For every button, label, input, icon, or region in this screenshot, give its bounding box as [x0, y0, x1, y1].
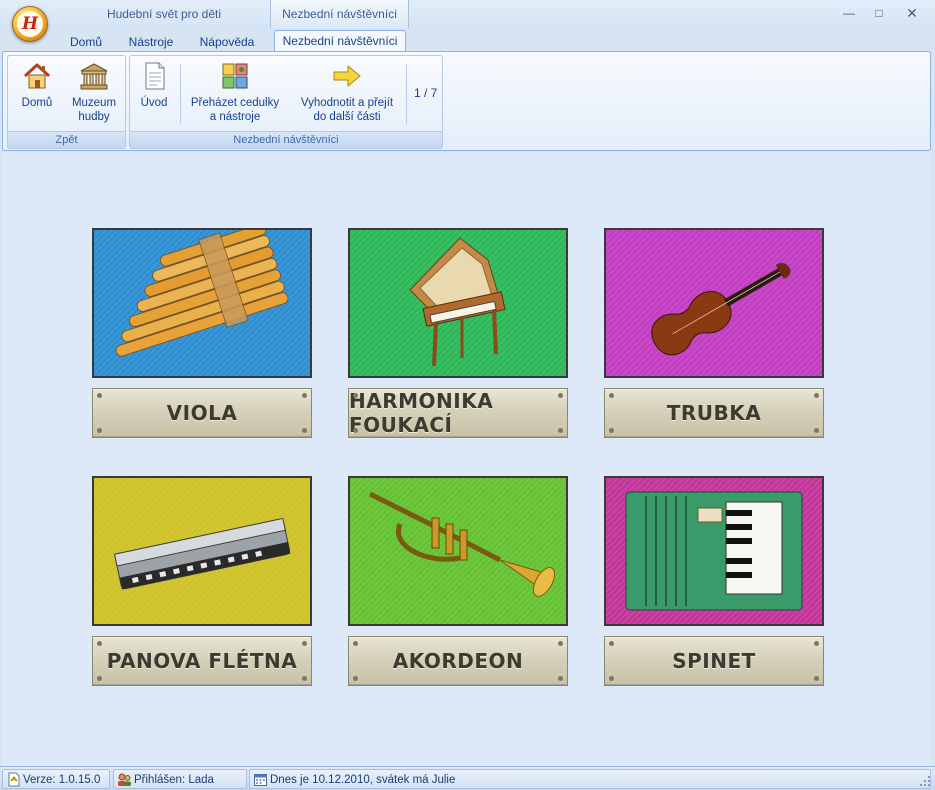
label-plate-4-text: PANOVA FLÉTNA: [106, 649, 298, 673]
home-button[interactable]: Domů: [12, 60, 62, 110]
shuffle-icon: [222, 63, 248, 89]
music-museum-button[interactable]: Muzeum hudby: [66, 60, 122, 124]
status-version: Verze: 1.0.15.0: [2, 769, 110, 789]
screw: [97, 676, 102, 681]
document-icon: [145, 62, 165, 90]
window-title: Hudební svět pro děti: [106, 7, 222, 21]
screw: [302, 428, 307, 433]
ribbon-group-back: Domů Muzeum hudby Zpět: [7, 55, 126, 149]
label-plate-3-text: TRUBKA: [666, 401, 762, 425]
label-plate-6[interactable]: SPINET: [604, 636, 824, 686]
screw: [558, 676, 563, 681]
title-bar: Hudební svět pro děti Nezbední návštěvní…: [0, 0, 935, 30]
app-logo-icon: H: [17, 11, 43, 37]
label-plate-4[interactable]: PANOVA FLÉTNA: [92, 636, 312, 686]
group-caption-naughty-visitors: Nezbední návštěvníci: [130, 131, 442, 148]
instrument-card-6[interactable]: [604, 476, 824, 626]
screw: [353, 676, 358, 681]
group-caption-back: Zpět: [8, 131, 125, 148]
label-plate-2-text: HARMONIKA FOUKACÍ: [349, 389, 494, 437]
screw: [609, 641, 614, 646]
shuffle-label-line2: a nástroje: [209, 111, 261, 123]
screw: [97, 393, 102, 398]
screw: [814, 428, 819, 433]
label-plate-1[interactable]: VIOLA: [92, 388, 312, 438]
status-version-text: Verze: 1.0.15.0: [23, 774, 101, 786]
screw: [814, 641, 819, 646]
music-museum-label-line1: Muzeum: [71, 97, 117, 109]
screw: [609, 676, 614, 681]
instrument-card-1[interactable]: [92, 228, 312, 378]
screw: [558, 428, 563, 433]
ribbon-panel: Domů Muzeum hudby Zpět Úvod Přeházet ced…: [2, 51, 931, 151]
intro-button-label: Úvod: [140, 97, 168, 109]
home-button-label: Domů: [21, 97, 53, 109]
instrument-card-2[interactable]: [348, 228, 568, 378]
label-plate-6-text: SPINET: [672, 649, 756, 673]
harmonica-image: [94, 478, 310, 624]
intro-button[interactable]: Úvod: [134, 60, 174, 110]
status-bar: Verze: 1.0.15.0 Přihlášen: Lada Dnes je …: [0, 766, 935, 790]
shuffle-label-line1: Přeházet cedulky: [190, 97, 280, 109]
tab-naughty-visitors[interactable]: Nezbední návštěvníci: [274, 30, 406, 52]
status-user: Přihlášen: Lada: [113, 769, 247, 789]
version-icon: [8, 772, 20, 787]
page-counter: 1 / 7: [414, 86, 438, 100]
instrument-card-5[interactable]: [348, 476, 568, 626]
screw: [302, 676, 307, 681]
screw: [302, 641, 307, 646]
tab-help[interactable]: Nápověda: [192, 32, 262, 52]
pan-flute-image: [94, 230, 310, 376]
label-plate-2[interactable]: HARMONIKA FOUKACÍ: [348, 388, 568, 438]
calendar-icon: [254, 774, 267, 786]
screw: [558, 641, 563, 646]
museum-icon: [80, 63, 108, 90]
screw: [353, 641, 358, 646]
ribbon-separator: [180, 64, 181, 124]
screw: [97, 641, 102, 646]
ribbon-group-naughty-visitors: Úvod Přeházet cedulky a nástroje Vyhodno…: [129, 55, 443, 149]
screw: [353, 393, 358, 398]
label-plate-5[interactable]: AKORDEON: [348, 636, 568, 686]
house-icon: [23, 63, 51, 89]
resize-grip-icon[interactable]: [919, 775, 931, 787]
app-menu-button[interactable]: H: [12, 6, 48, 42]
evaluate-label-line2: do další části: [313, 111, 381, 123]
screw: [558, 393, 563, 398]
evaluate-label-line1: Vyhodnotit a přejít: [300, 97, 394, 109]
ribbon-tab-bar: Domů Nástroje Nápověda Nezbední návštěvn…: [0, 30, 935, 52]
trumpet-image: [350, 478, 566, 624]
instrument-card-4[interactable]: [92, 476, 312, 626]
screw: [609, 428, 614, 433]
screw: [97, 428, 102, 433]
label-plate-3[interactable]: TRUBKA: [604, 388, 824, 438]
screw: [814, 676, 819, 681]
label-plate-1-text: VIOLA: [166, 401, 238, 425]
arrow-right-icon: [333, 65, 361, 87]
minimize-button[interactable]: —: [836, 4, 862, 22]
screw: [302, 393, 307, 398]
context-tab-title: Nezbední návštěvníci: [270, 0, 409, 28]
users-icon: [118, 773, 131, 786]
screw: [353, 428, 358, 433]
status-user-text: Přihlášen: Lada: [134, 774, 214, 786]
screw: [814, 393, 819, 398]
ribbon-separator: [406, 64, 407, 124]
violin-image: [606, 230, 822, 376]
close-button[interactable]: ✕: [899, 4, 925, 22]
label-plate-5-text: AKORDEON: [392, 649, 524, 673]
evaluate-next-button[interactable]: Vyhodnotit a přejít do další části: [292, 60, 402, 124]
game-board: VIOLA HARMONIKA FOUKACÍ TRUBKA PANOVA FL…: [2, 152, 931, 766]
status-date: Dnes je 10.12.2010, svátek má Julie: [249, 769, 931, 789]
maximize-button[interactable]: □: [866, 4, 892, 22]
tab-tools[interactable]: Nástroje: [120, 32, 182, 52]
tab-home[interactable]: Domů: [58, 32, 114, 52]
status-date-text: Dnes je 10.12.2010, svátek má Julie: [270, 774, 456, 786]
shuffle-button[interactable]: Přeházet cedulky a nástroje: [186, 60, 284, 124]
instrument-card-3[interactable]: [604, 228, 824, 378]
screw: [609, 393, 614, 398]
accordion-image: [606, 478, 822, 624]
spinet-image: [350, 230, 566, 376]
music-museum-label-line2: hudby: [78, 111, 110, 123]
